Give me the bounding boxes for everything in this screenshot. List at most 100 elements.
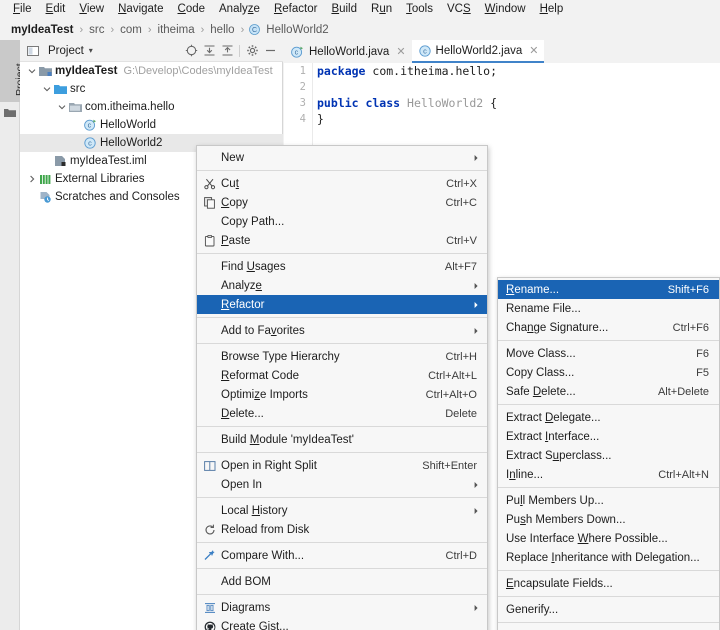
menubar-item-analyze[interactable]: Analyze [212,1,267,18]
code-line[interactable]: } [317,111,717,127]
menu-item-pull-members-up[interactable]: Pull Members Up... [498,491,719,510]
code-line[interactable]: package com.itheima.hello; [317,63,717,79]
menubar-item-vcs[interactable]: VCS [440,1,478,18]
svg-text:c: c [87,121,91,130]
code-lines[interactable]: package com.itheima.hello; public class … [317,63,717,127]
submenu-arrow-icon [473,276,480,295]
code-line[interactable]: public class HelloWorld2 { [317,95,717,111]
menu-item-shortcut: Ctrl+Alt+O [425,388,477,401]
menu-item-encapsulate-fields[interactable]: Encapsulate Fields... [498,574,719,593]
svg-text:c: c [295,47,299,56]
breadcrumb-item-4[interactable]: hello [207,24,237,36]
code-line[interactable] [317,79,717,95]
tree-node-src[interactable]: src [20,80,283,98]
settings-gear-icon[interactable] [243,42,261,60]
context-menu[interactable]: New Cut Ctrl+X Copy Ctrl+C Copy Path... Paste C… [196,145,488,630]
breadcrumb-item-2[interactable]: com [117,24,145,36]
menu-item-extract-interface[interactable]: Extract Interface... [498,427,719,446]
chevron-right-icon[interactable] [26,170,37,188]
menu-item-use-interface-where-possible[interactable]: Use Interface Where Possible... [498,529,719,548]
menu-item-rename[interactable]: Rename... Shift+F6 [498,280,719,299]
chevron-down-icon[interactable]: ▾ [89,46,93,55]
menu-item-open-in[interactable]: Open In [197,475,487,494]
close-icon[interactable]: ✕ [396,45,405,58]
menu-item-label: Rename... [506,283,560,296]
menu-item-reload-from-disk[interactable]: Reload from Disk [197,520,487,539]
refactor-submenu[interactable]: Rename... Shift+F6 Rename File... Change Si… [497,277,720,630]
editor-tab-helloworld-java[interactable]: c HelloWorld.java ✕ [284,40,412,63]
menu-item-extract-delegate[interactable]: Extract Delegate... [498,408,719,427]
line-number: 1 [299,65,306,77]
menu-item-push-members-down[interactable]: Push Members Down... [498,510,719,529]
breadcrumb-item-0[interactable]: myIdeaTest [8,24,76,36]
menu-item-delete[interactable]: Delete... Delete [197,404,487,423]
menu-separator [197,170,487,171]
menu-item-optimize-imports[interactable]: Optimize Imports Ctrl+Alt+O [197,385,487,404]
minimize-icon[interactable] [261,42,279,60]
menu-item-reformat-code[interactable]: Reformat Code Ctrl+Alt+L [197,366,487,385]
menubar-item-build[interactable]: Build [324,1,364,18]
expand-all-icon[interactable] [200,42,218,60]
menu-item-label: Use Interface Where Possible... [506,532,668,545]
menu-item-add-to-favorites[interactable]: Add to Favorites [197,321,487,340]
menu-item-label: Replace Inheritance with Delegation... [506,551,700,564]
menu-item-paste[interactable]: Paste Ctrl+V [197,231,487,250]
menu-item-diagrams[interactable]: Diagrams [197,598,487,617]
menu-item-copy-class[interactable]: Copy Class... F5 [498,363,719,382]
menubar-item-edit[interactable]: Edit [39,1,73,18]
menu-item-migrate-to-androidx[interactable]: Migrate to AndroidX... [498,626,719,630]
project-panel-header: Project ▾ [20,40,283,62]
code-token: { [490,96,498,110]
tool-window-button-project[interactable]: Project [0,40,26,102]
breadcrumb-item-3[interactable]: itheima [155,24,198,36]
menu-item-build-module-myideatest[interactable]: Build Module 'myIdeaTest' [197,430,487,449]
locate-icon[interactable] [182,42,200,60]
tree-node-helloworld[interactable]: c HelloWorld [20,116,283,134]
menu-item-create-gist[interactable]: Create Gist... [197,617,487,630]
menu-item-cut[interactable]: Cut Ctrl+X [197,174,487,193]
tree-node-myideatest[interactable]: myIdeaTest G:\Develop\Codes\myIdeaTest [20,62,283,80]
menu-item-label: Add BOM [221,575,271,588]
menu-item-browse-type-hierarchy[interactable]: Browse Type Hierarchy Ctrl+H [197,347,487,366]
menu-item-move-class[interactable]: Move Class... F6 [498,344,719,363]
menu-item-replace-inheritance-with-delegation[interactable]: Replace Inheritance with Delegation... [498,548,719,567]
menu-item-local-history[interactable]: Local History [197,501,487,520]
menubar-item-code[interactable]: Code [171,1,213,18]
menu-item-safe-delete[interactable]: Safe Delete... Alt+Delete [498,382,719,401]
chevron-down-icon[interactable] [41,80,52,98]
close-icon[interactable]: ✕ [529,44,538,57]
menu-item-extract-superclass[interactable]: Extract Superclass... [498,446,719,465]
chevron-down-icon[interactable] [56,98,67,116]
menu-item-compare-with[interactable]: Compare With... Ctrl+D [197,546,487,565]
menu-item-generify[interactable]: Generify... [498,600,719,619]
breadcrumb-item-1[interactable]: src [86,24,107,36]
menu-item-analyze[interactable]: Analyze [197,276,487,295]
menu-item-rename-file[interactable]: Rename File... [498,299,719,318]
menu-item-label: Compare With... [221,549,305,562]
menubar-item-help[interactable]: Help [533,1,571,18]
menu-item-shortcut: Ctrl+Alt+N [658,468,709,481]
chevron-down-icon[interactable] [26,62,37,80]
menubar-item-run[interactable]: Run [364,1,399,18]
menubar-item-refactor[interactable]: Refactor [267,1,324,18]
menu-item-change-signature[interactable]: Change Signature... Ctrl+F6 [498,318,719,337]
menubar-item-tools[interactable]: Tools [399,1,440,18]
menu-item-refactor[interactable]: Refactor [197,295,487,314]
menubar-item-file[interactable]: File [6,1,39,18]
menubar-item-navigate[interactable]: Navigate [111,1,170,18]
menu-item-copy-path[interactable]: Copy Path... [197,212,487,231]
menu-item-add-bom[interactable]: Add BOM [197,572,487,591]
folder-icon[interactable] [4,108,16,118]
menu-item-find-usages[interactable]: Find Usages Alt+F7 [197,257,487,276]
collapse-all-icon[interactable] [218,42,236,60]
menu-item-copy[interactable]: Copy Ctrl+C [197,193,487,212]
submenu-arrow-icon [473,295,480,314]
menubar-item-view[interactable]: View [72,1,111,18]
editor-tab-helloworld2-java[interactable]: c HelloWorld2.java ✕ [411,40,545,63]
menu-item-open-in-right-split[interactable]: Open in Right Split Shift+Enter [197,456,487,475]
menubar-item-window[interactable]: Window [478,1,533,18]
menu-item-new[interactable]: New [197,148,487,167]
breadcrumb-item-5[interactable]: HelloWorld2 [263,24,331,36]
menu-item-inline[interactable]: Inline... Ctrl+Alt+N [498,465,719,484]
tree-node-com-itheima-hello[interactable]: com.itheima.hello [20,98,283,116]
